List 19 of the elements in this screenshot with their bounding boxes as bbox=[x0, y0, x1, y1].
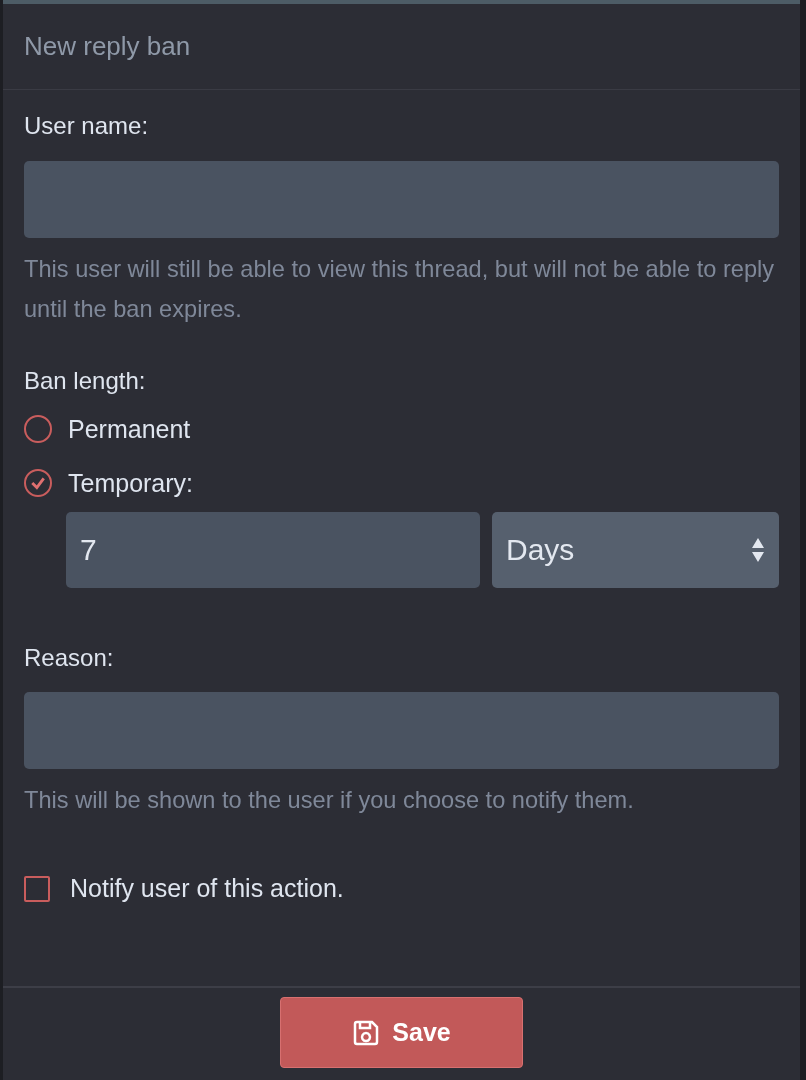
help-text: This user will still be able to view this thread, but will not be able to reply until the ban expires. bbox=[24, 255, 776, 324]
radio-button[interactable] bbox=[24, 469, 52, 497]
sort-arrows-icon bbox=[751, 537, 765, 563]
checkbox-label: Notify user of this action. bbox=[70, 874, 344, 903]
checkbox[interactable] bbox=[24, 875, 50, 902]
dialog-title: New reply ban bbox=[24, 31, 191, 62]
user-name-field[interactable] bbox=[24, 161, 779, 238]
reason-field[interactable] bbox=[24, 692, 779, 769]
field-label: Ban length: bbox=[24, 366, 147, 396]
radio-label: Permanent bbox=[68, 414, 191, 444]
field-label: User name: bbox=[24, 111, 150, 141]
radio-button[interactable] bbox=[24, 415, 52, 443]
duration-field[interactable]: 7 bbox=[66, 512, 480, 588]
check-icon bbox=[30, 476, 46, 490]
save-button[interactable]: Save bbox=[280, 997, 523, 1068]
radio-label: Temporary: bbox=[68, 468, 194, 498]
unit-select[interactable]: Days bbox=[492, 512, 779, 588]
help-text: This will be shown to the user if you choose to notify them. bbox=[24, 786, 635, 815]
field-label: Reason: bbox=[24, 643, 115, 673]
